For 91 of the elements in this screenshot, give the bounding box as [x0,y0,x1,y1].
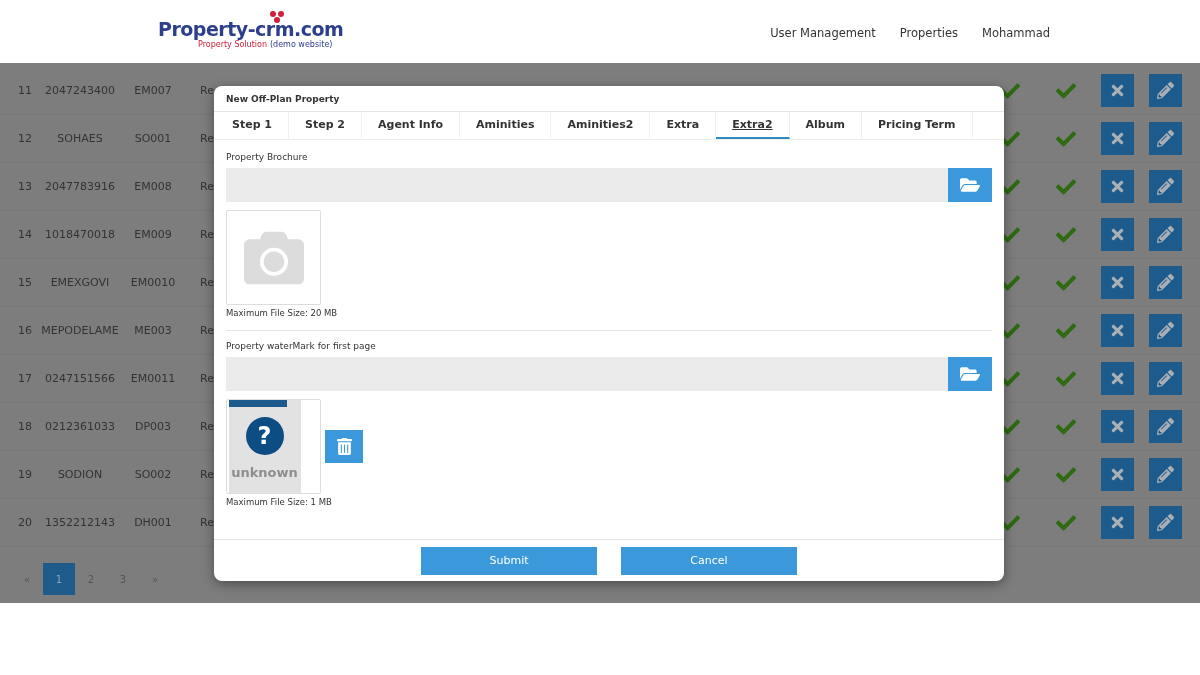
table-cell: 17 [18,372,32,385]
edit-button[interactable] [1148,218,1182,251]
nav-link[interactable]: Properties [899,25,958,40]
table-cell: EM0010 [130,276,176,289]
table-cell: Re [200,84,214,97]
table-cell: SODION [57,468,103,481]
pencil-icon [1156,514,1174,531]
pencil-icon [1156,178,1174,195]
table-cell: 1018470018 [45,228,115,241]
pencil-icon [1156,226,1174,243]
file-field[interactable] [226,168,992,202]
edit-button[interactable] [1148,506,1182,539]
table-cell: SO001 [134,132,172,145]
table-cell: 2047783916 [45,180,115,193]
delete-button[interactable] [1100,122,1134,155]
unknown-file-drawing: ? unknown [228,400,301,493]
field-label: Property Brochure [226,152,309,162]
delete-file-button[interactable] [325,430,363,463]
table-cell: 15 [18,276,32,289]
edit-button[interactable] [1148,362,1182,395]
table-cell: DH001 [134,516,172,529]
tab[interactable]: Extra2 [716,112,790,139]
table-cell: 16 [18,324,32,337]
edit-button[interactable] [1148,314,1182,347]
browse-button[interactable] [948,357,992,391]
pencil-icon [1156,370,1174,387]
table-cell: EM007 [134,84,172,97]
table-cell: ME003 [134,324,172,337]
logo-tagline-note: (demo website) [270,39,333,50]
table-cell: 0247151566 [45,372,115,385]
table-cell: 13 [18,180,32,193]
delete-button[interactable] [1100,314,1134,347]
table-cell: 12 [18,132,32,145]
field-label: Property waterMark for first page [226,341,377,351]
folder-icon [960,364,980,384]
logo-wordmark[interactable]: Property-crm.com [158,17,344,40]
table-cell: EM009 [134,228,172,241]
table-cell: SO002 [134,468,172,481]
table-cell: 14 [18,228,32,241]
table-cell: Re [200,516,214,529]
trash-icon [335,438,353,455]
edit-button[interactable] [1148,170,1182,203]
file-size-note: Maximum File Size: 1 MB [226,497,333,507]
table-cell: Re [200,468,214,481]
table-cell: Re [200,276,214,289]
pencil-icon [1156,466,1174,483]
table-cell: Re [200,420,214,433]
table-cell: EM0011 [130,372,176,385]
table-cell: 19 [18,468,32,481]
folder-icon [960,175,980,195]
table-cell: SOHAES [57,132,103,145]
logo-tagline: Property Solution [198,39,267,50]
delete-button[interactable] [1100,170,1134,203]
pencil-icon [1156,418,1174,435]
delete-button[interactable] [1100,218,1134,251]
file-size-note: Maximum File Size: 20 MB [226,308,339,318]
delete-button[interactable] [1100,74,1134,107]
edit-button[interactable] [1148,410,1182,443]
table-cell: 0212361033 [45,420,115,433]
table-cell: Re [200,228,214,241]
delete-button[interactable] [1100,458,1134,491]
table-cell: 1352212143 [45,516,115,529]
table-cell: EMEXGOVI [50,276,110,289]
delete-button[interactable] [1100,266,1134,299]
table-cell: MEPODELAME [41,324,119,337]
table-cell: DP003 [134,420,172,433]
pencil-icon [1156,322,1174,339]
edit-button[interactable] [1148,266,1182,299]
delete-button[interactable] [1100,410,1134,443]
table-cell: 2047243400 [45,84,115,97]
edit-button[interactable] [1148,122,1182,155]
table-cell: Re [200,372,214,385]
file-field[interactable] [226,357,992,391]
table-cell: 20 [18,516,32,529]
edit-button[interactable] [1148,74,1182,107]
pencil-icon [1156,130,1174,147]
table-cell: Re [200,180,214,193]
browse-button[interactable] [948,168,992,202]
table-cell: EM008 [134,180,172,193]
pencil-icon [1156,274,1174,291]
nav-link[interactable]: Mohammad [981,25,1050,40]
table-cell: Re [200,132,214,145]
nav-link[interactable]: User Management [770,25,876,40]
pencil-icon [1156,82,1174,99]
table-cell: Re [200,324,214,337]
table-cell: 18 [18,420,32,433]
table-cell: 11 [18,84,32,97]
delete-button[interactable] [1100,506,1134,539]
edit-button[interactable] [1148,458,1182,491]
delete-button[interactable] [1100,362,1134,395]
logo-dots-icon [269,9,285,24]
